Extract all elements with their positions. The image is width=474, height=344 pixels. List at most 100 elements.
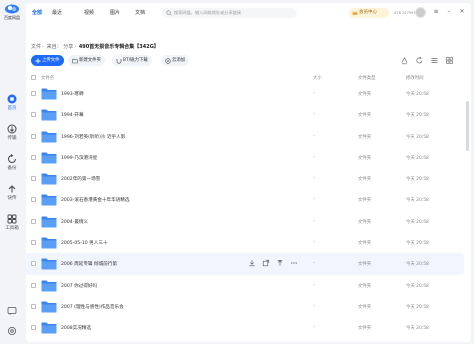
download-icon[interactable] bbox=[248, 259, 256, 267]
file-mtime: 今天 20:58 bbox=[406, 177, 429, 183]
row-checkbox[interactable] bbox=[31, 112, 36, 118]
crown-icon bbox=[352, 11, 358, 15]
breadcrumb: 文件› 来自： 分享› 490首无损音乐专辑合集【342G】 bbox=[31, 44, 159, 50]
file-name[interactable]: 2004-最情义 bbox=[61, 219, 88, 225]
sort-icon[interactable] bbox=[400, 56, 409, 65]
list-view-icon[interactable] bbox=[430, 56, 439, 65]
row-checkbox[interactable] bbox=[31, 325, 36, 331]
folder-plus-icon bbox=[72, 58, 78, 63]
file-name[interactable]: 1996-刘若英(聆听)沙 近乎人影 bbox=[61, 134, 125, 140]
file-mtime: 今天 20:58 bbox=[406, 326, 429, 332]
file-name[interactable]: 1993-寒蝉 bbox=[61, 91, 84, 97]
row-checkbox[interactable] bbox=[31, 176, 36, 182]
row-checkbox[interactable] bbox=[31, 218, 36, 224]
file-name[interactable]: 2003-滚石香港黄金十年华语精选 bbox=[61, 197, 129, 203]
transfer-icon bbox=[7, 124, 17, 134]
file-mtime: 今天 20:58 bbox=[406, 113, 429, 119]
row-checkbox[interactable] bbox=[31, 240, 36, 246]
breadcrumb-item[interactable]: 文件 bbox=[31, 44, 41, 50]
table-row[interactable]: 2006 周延专辑 倾城前行第 - 文件夹 今天 20:58 bbox=[26, 253, 464, 275]
folder-icon bbox=[41, 131, 57, 143]
table-row[interactable]: 2008实况精选 - 文件夹 今天 20:58 bbox=[26, 317, 464, 338]
settings-icon[interactable] bbox=[7, 326, 17, 336]
new-folder-button[interactable]: 新建文件夹 bbox=[68, 55, 105, 66]
table-row[interactable]: 2002年的第一场雪 - 文件夹 今天 20:58 bbox=[26, 168, 464, 189]
vip-center-label: 会员中心 bbox=[359, 10, 377, 15]
file-name[interactable]: 2007 你过得好吗 bbox=[61, 283, 97, 289]
table-row[interactable]: 2004-最情义 - 文件夹 今天 20:58 bbox=[26, 211, 464, 232]
tab-video[interactable]: 视频 bbox=[84, 9, 94, 16]
file-name[interactable]: 2008实况精选 bbox=[61, 325, 91, 331]
tab-document[interactable]: 文档 bbox=[135, 9, 145, 16]
cloud-add-button-label: 云添加 bbox=[172, 58, 186, 63]
row-checkbox[interactable] bbox=[31, 154, 36, 160]
offline-download-button[interactable]: BT/磁力下载 bbox=[112, 55, 152, 66]
menu-icon[interactable]: ≡ bbox=[431, 7, 441, 17]
table-row[interactable]: 2005-05-10 男人三十 - 文件夹 今天 20:58 bbox=[26, 232, 464, 253]
search-icon bbox=[166, 10, 172, 16]
sidebar-item-backup[interactable]: 备份 bbox=[0, 154, 24, 171]
table-row[interactable]: 1993-寒蝉 - 文件夹 今天 20:58 bbox=[26, 83, 464, 104]
row-checkbox[interactable] bbox=[31, 197, 36, 203]
row-checkbox[interactable] bbox=[31, 133, 36, 139]
table-row[interactable]: 1994-开幕 - 文件夹 今天 20:58 bbox=[26, 104, 464, 125]
file-name[interactable]: 1999-乃滨港湾星 bbox=[61, 155, 97, 161]
column-header-type[interactable]: 文件类型 bbox=[358, 75, 376, 81]
sidebar-item-home[interactable]: 首页 bbox=[0, 94, 24, 111]
home-icon bbox=[7, 94, 17, 104]
file-name[interactable]: 2005-05-10 男人三十 bbox=[61, 240, 108, 246]
refresh-icon[interactable] bbox=[415, 56, 424, 65]
message-icon[interactable] bbox=[7, 306, 17, 316]
table-row[interactable]: 1999-乃滨港湾星 - 文件夹 今天 20:58 bbox=[26, 147, 464, 168]
column-header-name[interactable]: 文件名 bbox=[41, 75, 54, 81]
file-name[interactable]: 2006 周延专辑 倾城前行第 bbox=[61, 261, 117, 267]
table-row[interactable]: 2007 (理性与感性)作品音乐会 - 文件夹 今天 20:58 bbox=[26, 296, 464, 317]
tab-image[interactable]: 图片 bbox=[110, 9, 120, 16]
file-name[interactable]: 2007 (理性与感性)作品音乐会 bbox=[61, 304, 124, 310]
close-icon[interactable]: ✕ bbox=[457, 7, 467, 17]
table-row[interactable]: 2003-滚石香港黄金十年华语精选 - 文件夹 今天 20:58 bbox=[26, 189, 464, 210]
folder-icon bbox=[41, 280, 57, 292]
row-checkbox[interactable] bbox=[31, 303, 36, 309]
file-name[interactable]: 2002年的第一场雪 bbox=[61, 176, 100, 182]
table-row[interactable]: 1996-刘若英(聆听)沙 近乎人影 - 文件夹 今天 20:58 bbox=[26, 126, 464, 147]
grid-view-icon[interactable] bbox=[445, 56, 454, 65]
sidebar-item-transfer[interactable]: 传输 bbox=[0, 124, 24, 141]
tab-all[interactable]: 全部 bbox=[32, 9, 42, 16]
minimize-icon[interactable]: – bbox=[444, 7, 454, 17]
sidebar-item-toolbox[interactable]: 工具箱 bbox=[0, 214, 24, 231]
scrollbar-thumb[interactable] bbox=[466, 101, 469, 151]
search-input[interactable]: 搜索网盘，输入网络地址或分享链接 bbox=[162, 8, 297, 18]
avatar[interactable] bbox=[415, 7, 426, 18]
file-mtime: 今天 20:58 bbox=[406, 283, 429, 289]
file-type: 文件夹 bbox=[358, 113, 372, 119]
scrollbar[interactable] bbox=[466, 83, 469, 338]
toolbar: 上传文件 新建文件夹 BT/磁力下载 云添加 bbox=[26, 55, 471, 69]
magnet-icon bbox=[116, 58, 122, 64]
table-row[interactable]: 2007 你过得好吗 - 文件夹 今天 20:58 bbox=[26, 275, 464, 296]
pin-icon[interactable] bbox=[276, 259, 284, 267]
column-header-size[interactable]: 大小 bbox=[313, 75, 322, 81]
vip-center-button[interactable]: 会员中心 bbox=[349, 8, 389, 18]
search-placeholder: 搜索网盘，输入网络地址或分享链接 bbox=[174, 10, 242, 15]
file-type: 文件夹 bbox=[358, 177, 372, 183]
app-logo-icon[interactable] bbox=[4, 3, 20, 14]
top-bar: 全部 最近 视频 图片 文档 搜索网盘，输入网络地址或分享链接 会员中心 478… bbox=[26, 3, 471, 21]
file-type: 文件夹 bbox=[358, 283, 372, 289]
column-header-mtime[interactable]: 修改时间 bbox=[406, 75, 424, 81]
tab-recent[interactable]: 最近 bbox=[52, 9, 62, 16]
row-checkbox[interactable] bbox=[31, 282, 36, 288]
toolbox-icon bbox=[7, 214, 17, 224]
upload-button[interactable]: 上传文件 bbox=[31, 55, 64, 66]
table-row[interactable]: 2009念想起前 - 文件夹 今天 20:58 bbox=[26, 339, 464, 342]
row-checkbox[interactable] bbox=[31, 91, 36, 96]
row-checkbox[interactable] bbox=[31, 261, 36, 267]
more-icon[interactable] bbox=[290, 259, 298, 267]
select-all-checkbox[interactable] bbox=[31, 75, 36, 80]
sidebar-item-quick-transfer[interactable]: 快传 bbox=[0, 184, 24, 201]
breadcrumb-item[interactable]: 来自： bbox=[47, 44, 62, 50]
share-icon[interactable] bbox=[262, 259, 270, 267]
file-name[interactable]: 1994-开幕 bbox=[61, 112, 84, 118]
breadcrumb-item[interactable]: 分享 bbox=[63, 44, 73, 50]
cloud-add-button[interactable]: 云添加 bbox=[161, 55, 190, 66]
